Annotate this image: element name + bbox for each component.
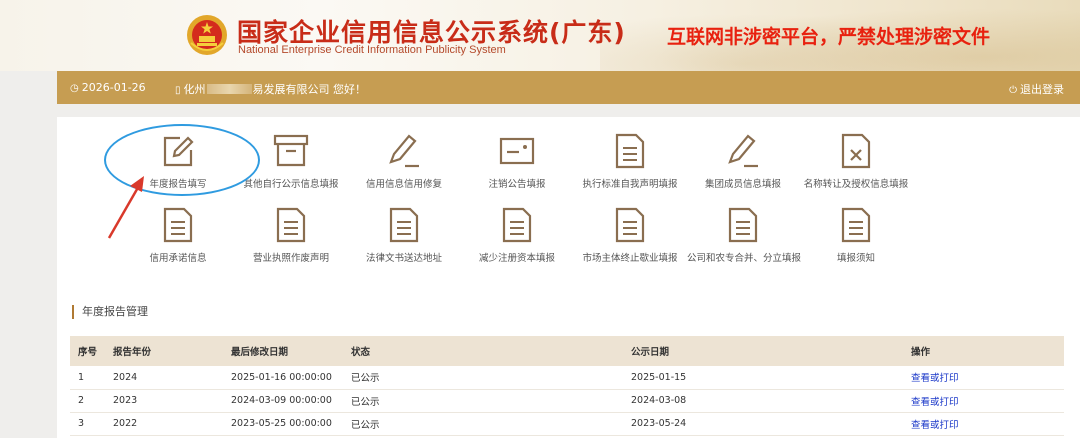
document-icon [389,207,419,243]
function-license-void[interactable]: 营业执照作废声明 [235,206,347,264]
cell-modified: 2025-01-16 00:00:00 [223,366,343,390]
logout-link[interactable]: ⏻ 退出登录 [1009,81,1064,97]
cell-action: 查看或打印 [903,366,1064,390]
cell-year: 2022 [105,412,223,436]
clock-icon: ◷ [70,83,79,94]
view-print-link[interactable]: 查看或打印 [911,373,959,384]
annual-report-table: 序号 报告年份 最后修改日期 状态 公示日期 操作 1 2024 2025-01… [70,336,1064,436]
function-label: 信用信息信用修复 [365,179,442,190]
function-label: 注销公告填报 [488,179,546,190]
cell-publish-date: 2024-03-08 [623,389,903,413]
table-row: 3 2022 2023-05-25 00:00:00 已公示 2023-05-2… [70,412,1064,436]
document-icon [276,207,306,243]
column-header: 操作 [903,336,1064,366]
table-header-row: 序号 报告年份 最后修改日期 状态 公示日期 操作 [70,336,1064,366]
arrow-annotation-icon [107,176,144,239]
cell-modified: 2023-05-25 00:00:00 [223,412,343,436]
function-legal-address[interactable]: 法律文书送达地址 [348,206,460,264]
function-label: 信用承诺信息 [149,253,207,264]
cell-publish-date: 2023-05-24 [623,412,903,436]
section-title: 年度报告管理 [72,305,148,319]
function-name-transfer[interactable]: 名称转让及授权信息填报 [800,132,912,190]
function-label: 执行标准自我声明填报 [582,179,678,190]
view-print-link[interactable]: 查看或打印 [911,397,959,408]
card-icon [499,137,535,165]
function-standard-declaration[interactable]: 执行标准自我声明填报 [574,132,686,190]
document-x-icon [841,133,871,169]
function-group-members[interactable]: 集团成员信息填报 [687,132,799,190]
document-icon [728,207,758,243]
cell-index: 2 [70,389,105,413]
cell-status: 已公示 [343,389,623,413]
current-date: ◷ 2026-01-26 [70,81,146,94]
function-label: 填报须知 [836,253,875,264]
cell-index: 1 [70,366,105,390]
function-filing-notice[interactable]: 填报须知 [800,206,912,264]
function-deregistration[interactable]: 注销公告填报 [461,132,573,190]
cell-modified: 2024-03-09 00:00:00 [223,389,343,413]
national-emblem-icon [187,15,227,55]
column-header: 报告年份 [105,336,223,366]
document-icon [615,133,645,169]
header-banner: 国家企业信用信息公示系统(广东) National Enterprise Cre… [0,0,1080,71]
document-icon [615,207,645,243]
function-credit-repair[interactable]: 信用信息信用修复 [348,132,460,190]
redacted-text [206,84,252,94]
power-icon: ⏻ [1009,85,1017,96]
function-capital-reduction[interactable]: 减少注册资本填报 [461,206,573,264]
function-label: 营业执照作废声明 [252,253,329,264]
user-greeting: ▯ 化州 易发展有限公司 您好！ [175,83,367,96]
table-row: 2 2023 2024-03-09 00:00:00 已公示 2024-03-0… [70,389,1064,413]
cell-year: 2024 [105,366,223,390]
column-header: 公示日期 [623,336,903,366]
site-subtitle: National Enterprise Credit Information P… [238,44,506,56]
function-market-termination[interactable]: 市场主体终止歇业填报 [574,206,686,264]
cell-year: 2023 [105,389,223,413]
table-row: 1 2024 2025-01-16 00:00:00 已公示 2025-01-1… [70,366,1064,390]
document-icon: ▯ [175,85,181,96]
pen-icon [389,134,419,168]
function-label: 公司和农专合并、分立填报 [687,253,802,264]
cell-action: 查看或打印 [903,412,1064,436]
pen-icon [728,134,758,168]
cell-status: 已公示 [343,412,623,436]
document-icon [502,207,532,243]
column-header: 最后修改日期 [223,336,343,366]
cell-action: 查看或打印 [903,389,1064,413]
function-label: 集团成员信息填报 [704,179,781,190]
function-label: 减少注册资本填报 [478,253,555,264]
archive-box-icon [273,134,309,167]
function-merger-split[interactable]: 公司和农专合并、分立填报 [687,206,802,264]
view-print-link[interactable]: 查看或打印 [911,420,959,431]
security-warning: 互联网非涉密平台，严禁处理涉密文件 [667,26,991,48]
document-icon [841,207,871,243]
column-header: 序号 [70,336,105,366]
cell-publish-date: 2025-01-15 [623,366,903,390]
function-label: 名称转让及授权信息填报 [803,179,909,190]
function-label: 法律文书送达地址 [365,253,442,264]
cell-status: 已公示 [343,366,623,390]
column-header: 状态 [343,336,623,366]
cell-index: 3 [70,412,105,436]
function-label: 其他自行公示信息填报 [243,179,339,190]
info-bar: ◷ 2026-01-26 ▯ 化州 易发展有限公司 您好！ ⏻ 退出登录 [57,71,1080,104]
function-label: 市场主体终止歇业填报 [582,253,678,264]
